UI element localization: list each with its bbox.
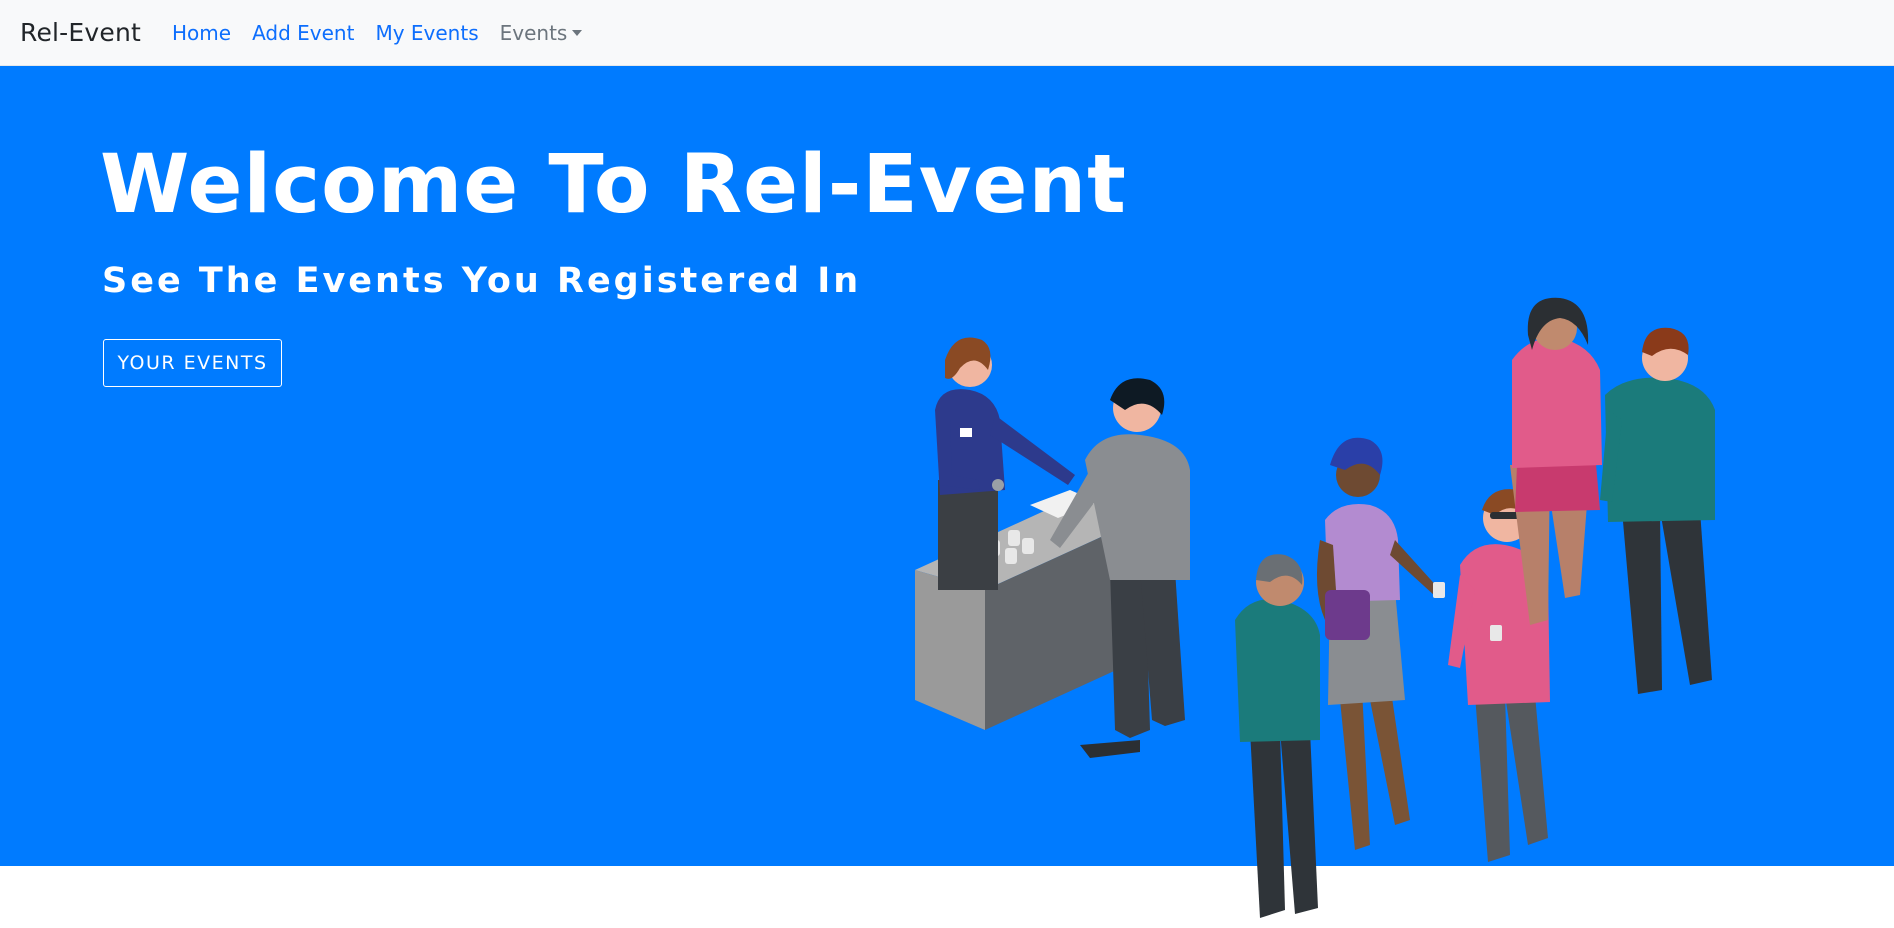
nav-link-home[interactable]: Home [172, 21, 231, 45]
nav-link-my-events[interactable]: My Events [375, 21, 478, 45]
hero-title: Welcome To Rel-Event [100, 138, 1127, 232]
nav-dropdown-events[interactable]: Events [500, 21, 583, 45]
woman-purple-bag-figure [1316, 437, 1445, 850]
top-navbar: Rel-Event Home Add Event My Events Event… [0, 0, 1894, 66]
hero-subtitle: See The Events You Registered In [102, 261, 862, 301]
nav-link-add-event[interactable]: Add Event [252, 21, 354, 45]
nav-dropdown-label: Events [499, 20, 568, 45]
event-people-illustration [915, 297, 1715, 918]
caret-down-icon [572, 30, 583, 36]
man-teal-shirt-back-figure [1600, 327, 1715, 694]
man-teal-sweater-figure [1235, 554, 1320, 918]
brand-logo[interactable]: Rel-Event [20, 18, 141, 47]
your-events-button[interactable]: YOUR EVENTS [103, 339, 282, 387]
